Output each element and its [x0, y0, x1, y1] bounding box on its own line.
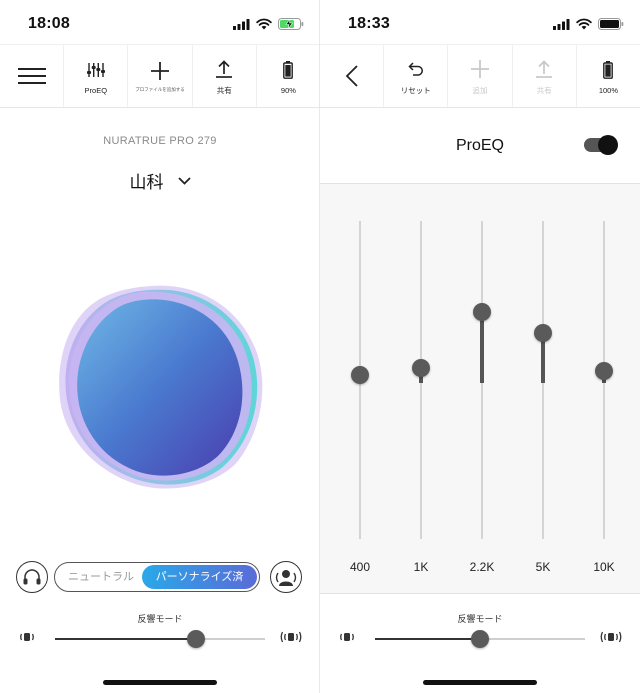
add-button[interactable]: 追加: [448, 45, 513, 107]
immersion-label: 反響モード: [137, 614, 183, 624]
eq-band-label: 2.2K: [469, 560, 495, 574]
battery-label: 90%: [280, 85, 296, 95]
headphones-icon: [23, 569, 41, 585]
battery-label: 100%: [598, 85, 618, 95]
proeq-button[interactable]: ProEQ: [64, 45, 129, 107]
chevron-left-icon: [345, 65, 358, 87]
speaker-low-icon: [20, 633, 34, 641]
chevron-down-icon: [177, 176, 191, 185]
proeq-toggle[interactable]: [584, 135, 618, 155]
add-profile-button[interactable]: プロファイルを追加する: [128, 45, 193, 107]
share-label: 共有: [216, 85, 232, 95]
eq-band-thumb[interactable]: [351, 366, 369, 385]
reset-label: リセット: [400, 85, 431, 95]
home-indicator: [423, 680, 537, 685]
home-toolbar: ProEQ プロファイルを追加する 共有 90%: [0, 44, 320, 108]
headphone-battery: 100%: [577, 45, 640, 107]
eq-band-1k: 1K: [401, 184, 441, 594]
battery-vertical-icon: [603, 60, 614, 79]
proeq-toggle-thumb: [598, 135, 618, 155]
share-upload-icon: [216, 59, 233, 78]
mode-segment-control: ニュートラル パーソナライズ済: [54, 562, 260, 592]
equalizer-icon: [86, 62, 105, 77]
immersion-slider-thumb[interactable]: [471, 630, 489, 648]
cellular-signal-icon: [553, 18, 570, 30]
battery-charging-icon: [278, 18, 304, 30]
sound-profile-visualization: [59, 285, 263, 489]
share-label: 共有: [536, 85, 552, 95]
wifi-icon: [256, 18, 272, 30]
proeq-toolbar: リセット 追加 共有 100%: [320, 44, 640, 108]
share-upload-icon: [536, 59, 553, 78]
sound-mode-bar: ニュートラル パーソナライズ済: [0, 560, 320, 596]
eq-band-label: 5K: [535, 560, 551, 574]
proeq-screen: 18:33 リセット 追加 共有 100% ProEQ 400 1K 2.2K …: [320, 0, 640, 693]
eq-band-thumb[interactable]: [595, 361, 613, 380]
immersion-slider-fill: [55, 638, 196, 640]
speaker-high-icon: [280, 631, 302, 643]
status-bar: 18:08: [0, 0, 320, 44]
profile-name: 山科: [129, 173, 164, 192]
immersion-mode-control: 反響モード: [320, 612, 640, 652]
wifi-icon: [576, 18, 592, 30]
plus-icon: [471, 59, 489, 78]
profile-selector[interactable]: 山科: [0, 168, 320, 193]
plus-icon: [151, 62, 169, 80]
immersion-slider-thumb[interactable]: [187, 630, 205, 648]
speaker-high-icon: [600, 631, 622, 643]
status-bar: 18:33: [320, 0, 640, 44]
hamburger-menu-icon: [17, 68, 46, 84]
eq-band-2-2k: 2.2K: [462, 184, 502, 594]
eq-band-10k: 10K: [584, 184, 624, 594]
personalized-mode-button[interactable]: [270, 561, 302, 593]
eq-band-label: 1K: [413, 560, 429, 574]
eq-band-5k: 5K: [523, 184, 563, 594]
immersion-slider[interactable]: [55, 630, 265, 648]
eq-band-label: 10K: [593, 560, 615, 574]
menu-button[interactable]: [0, 45, 65, 107]
status-time: 18:33: [348, 15, 390, 32]
reset-button[interactable]: リセット: [384, 45, 449, 107]
eq-band-400: 400: [340, 184, 380, 594]
neutral-mode-button[interactable]: [16, 561, 48, 593]
battery-full-icon: [598, 18, 624, 30]
eq-band-thumb[interactable]: [473, 303, 491, 322]
equalizer-panel: 400 1K 2.2K 5K 10K: [320, 184, 640, 594]
eq-band-thumb[interactable]: [534, 323, 552, 342]
proeq-label: ProEQ: [84, 85, 108, 95]
immersion-slider-fill: [375, 638, 480, 640]
proeq-header: ProEQ: [320, 108, 640, 184]
user-profile-headphones-icon: [275, 570, 297, 586]
cellular-signal-icon: [233, 18, 250, 30]
share-button[interactable]: 共有: [513, 45, 577, 107]
battery-vertical-icon: [283, 60, 294, 79]
status-time: 18:08: [28, 15, 70, 32]
neutral-segment[interactable]: ニュートラル: [55, 563, 147, 591]
eq-band-thumb[interactable]: [412, 358, 430, 377]
share-button[interactable]: 共有: [193, 45, 257, 107]
speaker-low-icon: [340, 633, 354, 641]
eq-band-fill: [480, 312, 484, 384]
headphone-battery: 90%: [257, 45, 320, 107]
add-label: 追加: [472, 85, 488, 95]
nura-home-screen: 18:08 ProEQ プロファイルを追加する 共有 90% NURATRUE …: [0, 0, 320, 693]
immersion-slider[interactable]: [375, 630, 585, 648]
immersion-label: 反響モード: [457, 614, 503, 624]
back-button[interactable]: [320, 45, 385, 107]
eq-band-label: 400: [349, 560, 371, 574]
undo-icon: [408, 61, 423, 76]
personalized-segment[interactable]: パーソナライズ済: [142, 565, 257, 589]
device-name: NURATRUE PRO 279: [103, 135, 217, 147]
add-profile-label: プロファイルを追加する: [135, 87, 185, 92]
immersion-mode-control: 反響モード: [0, 612, 320, 652]
home-indicator: [103, 680, 217, 685]
